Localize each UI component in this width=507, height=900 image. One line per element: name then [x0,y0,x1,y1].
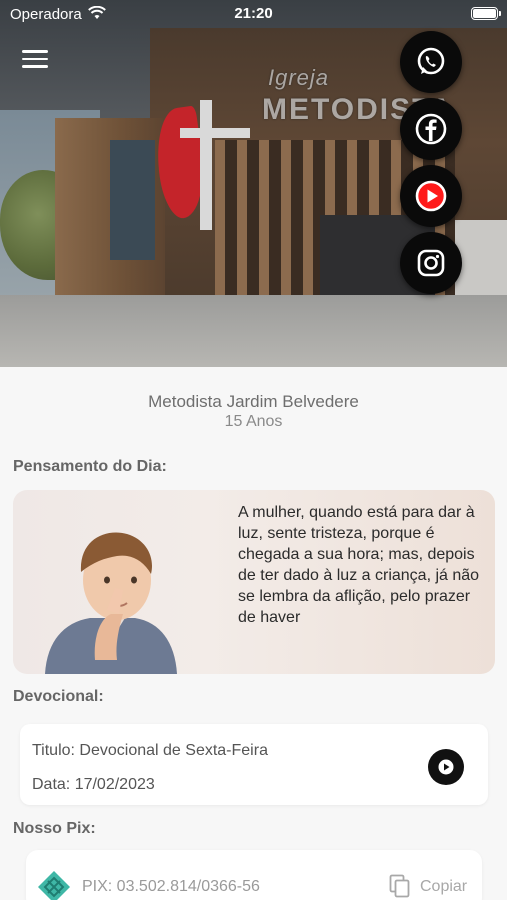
whatsapp-button[interactable] [400,31,462,93]
devotional-date: Data: 17/02/2023 [32,776,155,793]
copy-button[interactable]: Copiar [420,878,467,896]
cross-logo [200,100,212,230]
boy-thinking-image [45,532,177,674]
youtube-icon [415,180,447,212]
battery-tip [499,11,501,16]
clock: 21:20 [234,5,273,22]
devotional-title: Titulo: Devocional de Sexta-Feira [32,742,268,759]
devotional-card[interactable]: Titulo: Devocional de Sexta-Feira Data: … [20,724,488,805]
church-subtitle: 15 Anos [224,413,283,430]
instagram-button[interactable] [400,232,462,294]
facebook-button[interactable] [400,98,462,160]
thought-heading: Pensamento do Dia: [13,458,167,475]
status-bar: Operadora 21:20 [0,0,507,28]
whatsapp-icon [417,47,445,75]
pix-icon [38,871,70,900]
youtube-button[interactable] [400,165,462,227]
ground [0,295,507,367]
pix-key: PIX: 03.502.814/0366-56 [82,878,260,895]
play-button[interactable] [428,749,464,785]
thought-card: A mulher, quando está para dar à luz, se… [13,490,495,674]
pix-heading: Nosso Pix: [13,820,96,837]
facebook-icon [415,113,447,145]
instagram-icon [417,249,445,277]
hamburger-menu-icon[interactable] [22,50,48,70]
church-window [110,140,155,260]
play-icon [438,759,454,775]
devotional-heading: Devocional: [13,688,104,705]
pix-card: PIX: 03.502.814/0366-56 Copiar [26,850,482,900]
thought-text: A mulher, quando está para dar à luz, se… [238,504,480,626]
cross-logo-bar [180,128,250,138]
church-name: Metodista Jardim Belvedere [148,392,359,411]
copy-icon[interactable] [389,874,411,898]
battery-icon [471,7,498,20]
